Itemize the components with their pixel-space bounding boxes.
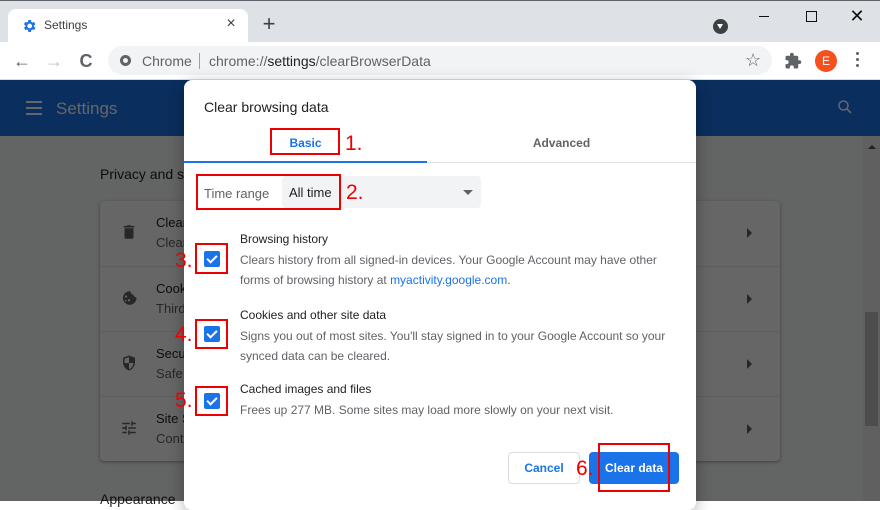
url-path: /clearBrowserData bbox=[315, 53, 431, 69]
extensions-puzzle-icon[interactable] bbox=[784, 52, 802, 70]
annotation-label-2: 2. bbox=[346, 181, 364, 204]
gear-icon bbox=[23, 20, 36, 32]
forward-button[interactable]: → bbox=[43, 50, 65, 72]
chrome-icon bbox=[120, 55, 131, 66]
dropdown-caret-icon bbox=[463, 190, 473, 195]
address-bar[interactable]: Chrome chrome://settings/clearBrowserDat… bbox=[108, 46, 772, 75]
tab-strip: Settings × + ✕ bbox=[0, 0, 880, 43]
annotation-box-1 bbox=[270, 128, 340, 155]
desc-text-end: . bbox=[507, 273, 511, 287]
annotation-box-3 bbox=[195, 243, 228, 274]
tab-advanced[interactable]: Advanced bbox=[440, 128, 683, 163]
more-menu-icon[interactable] bbox=[852, 52, 862, 70]
annotation-box-6 bbox=[598, 443, 670, 492]
site-chip: Chrome bbox=[142, 53, 192, 69]
annotation-label-3: 3. bbox=[175, 249, 193, 272]
option-description: Frees up 277 MB. Some sites may load mor… bbox=[240, 403, 614, 417]
annotation-label-6: 6. bbox=[576, 457, 594, 480]
cancel-button[interactable]: Cancel bbox=[508, 452, 580, 484]
new-tab-button[interactable]: + bbox=[259, 13, 279, 35]
tab-settings[interactable]: Settings × bbox=[8, 9, 248, 43]
dialog-title: Clear browsing data bbox=[204, 99, 329, 115]
annotation-label-1: 1. bbox=[345, 132, 363, 155]
url-scheme: chrome:// bbox=[209, 53, 268, 69]
bookmark-star-icon[interactable]: ☆ bbox=[745, 50, 761, 71]
divider bbox=[199, 53, 200, 69]
tab-title: Settings bbox=[44, 18, 88, 32]
annotation-box-5 bbox=[195, 386, 228, 416]
browser-toolbar: ← → C Chrome chrome://settings/clearBrow… bbox=[0, 42, 880, 80]
myactivity-link[interactable]: myactivity.google.com bbox=[390, 273, 507, 287]
url-text[interactable]: chrome://settings/clearBrowserData bbox=[209, 53, 431, 69]
option-description: Signs you out of most sites. You'll stay… bbox=[240, 329, 666, 363]
annotation-label-5: 5. bbox=[175, 389, 193, 412]
url-host: settings bbox=[267, 53, 316, 69]
profile-avatar[interactable]: E bbox=[815, 50, 837, 72]
annotation-label-4: 4. bbox=[175, 323, 193, 346]
annotation-box-2 bbox=[196, 174, 341, 210]
dialog-tabs: Basic Advanced bbox=[184, 128, 696, 163]
maximize-button[interactable] bbox=[788, 5, 834, 29]
tab-search-icon[interactable] bbox=[713, 19, 728, 34]
window-close-button[interactable]: ✕ bbox=[834, 5, 880, 29]
option-title: Cached images and files bbox=[240, 382, 372, 396]
back-button[interactable]: ← bbox=[11, 50, 33, 72]
minimize-button[interactable] bbox=[742, 5, 788, 29]
close-tab-icon[interactable]: × bbox=[222, 15, 240, 33]
option-description: Clears history from all signed-in device… bbox=[240, 250, 680, 290]
reload-button[interactable]: C bbox=[75, 50, 97, 72]
option-title: Browsing history bbox=[240, 232, 329, 246]
annotation-box-4 bbox=[195, 319, 228, 349]
option-title: Cookies and other site data bbox=[240, 308, 387, 322]
